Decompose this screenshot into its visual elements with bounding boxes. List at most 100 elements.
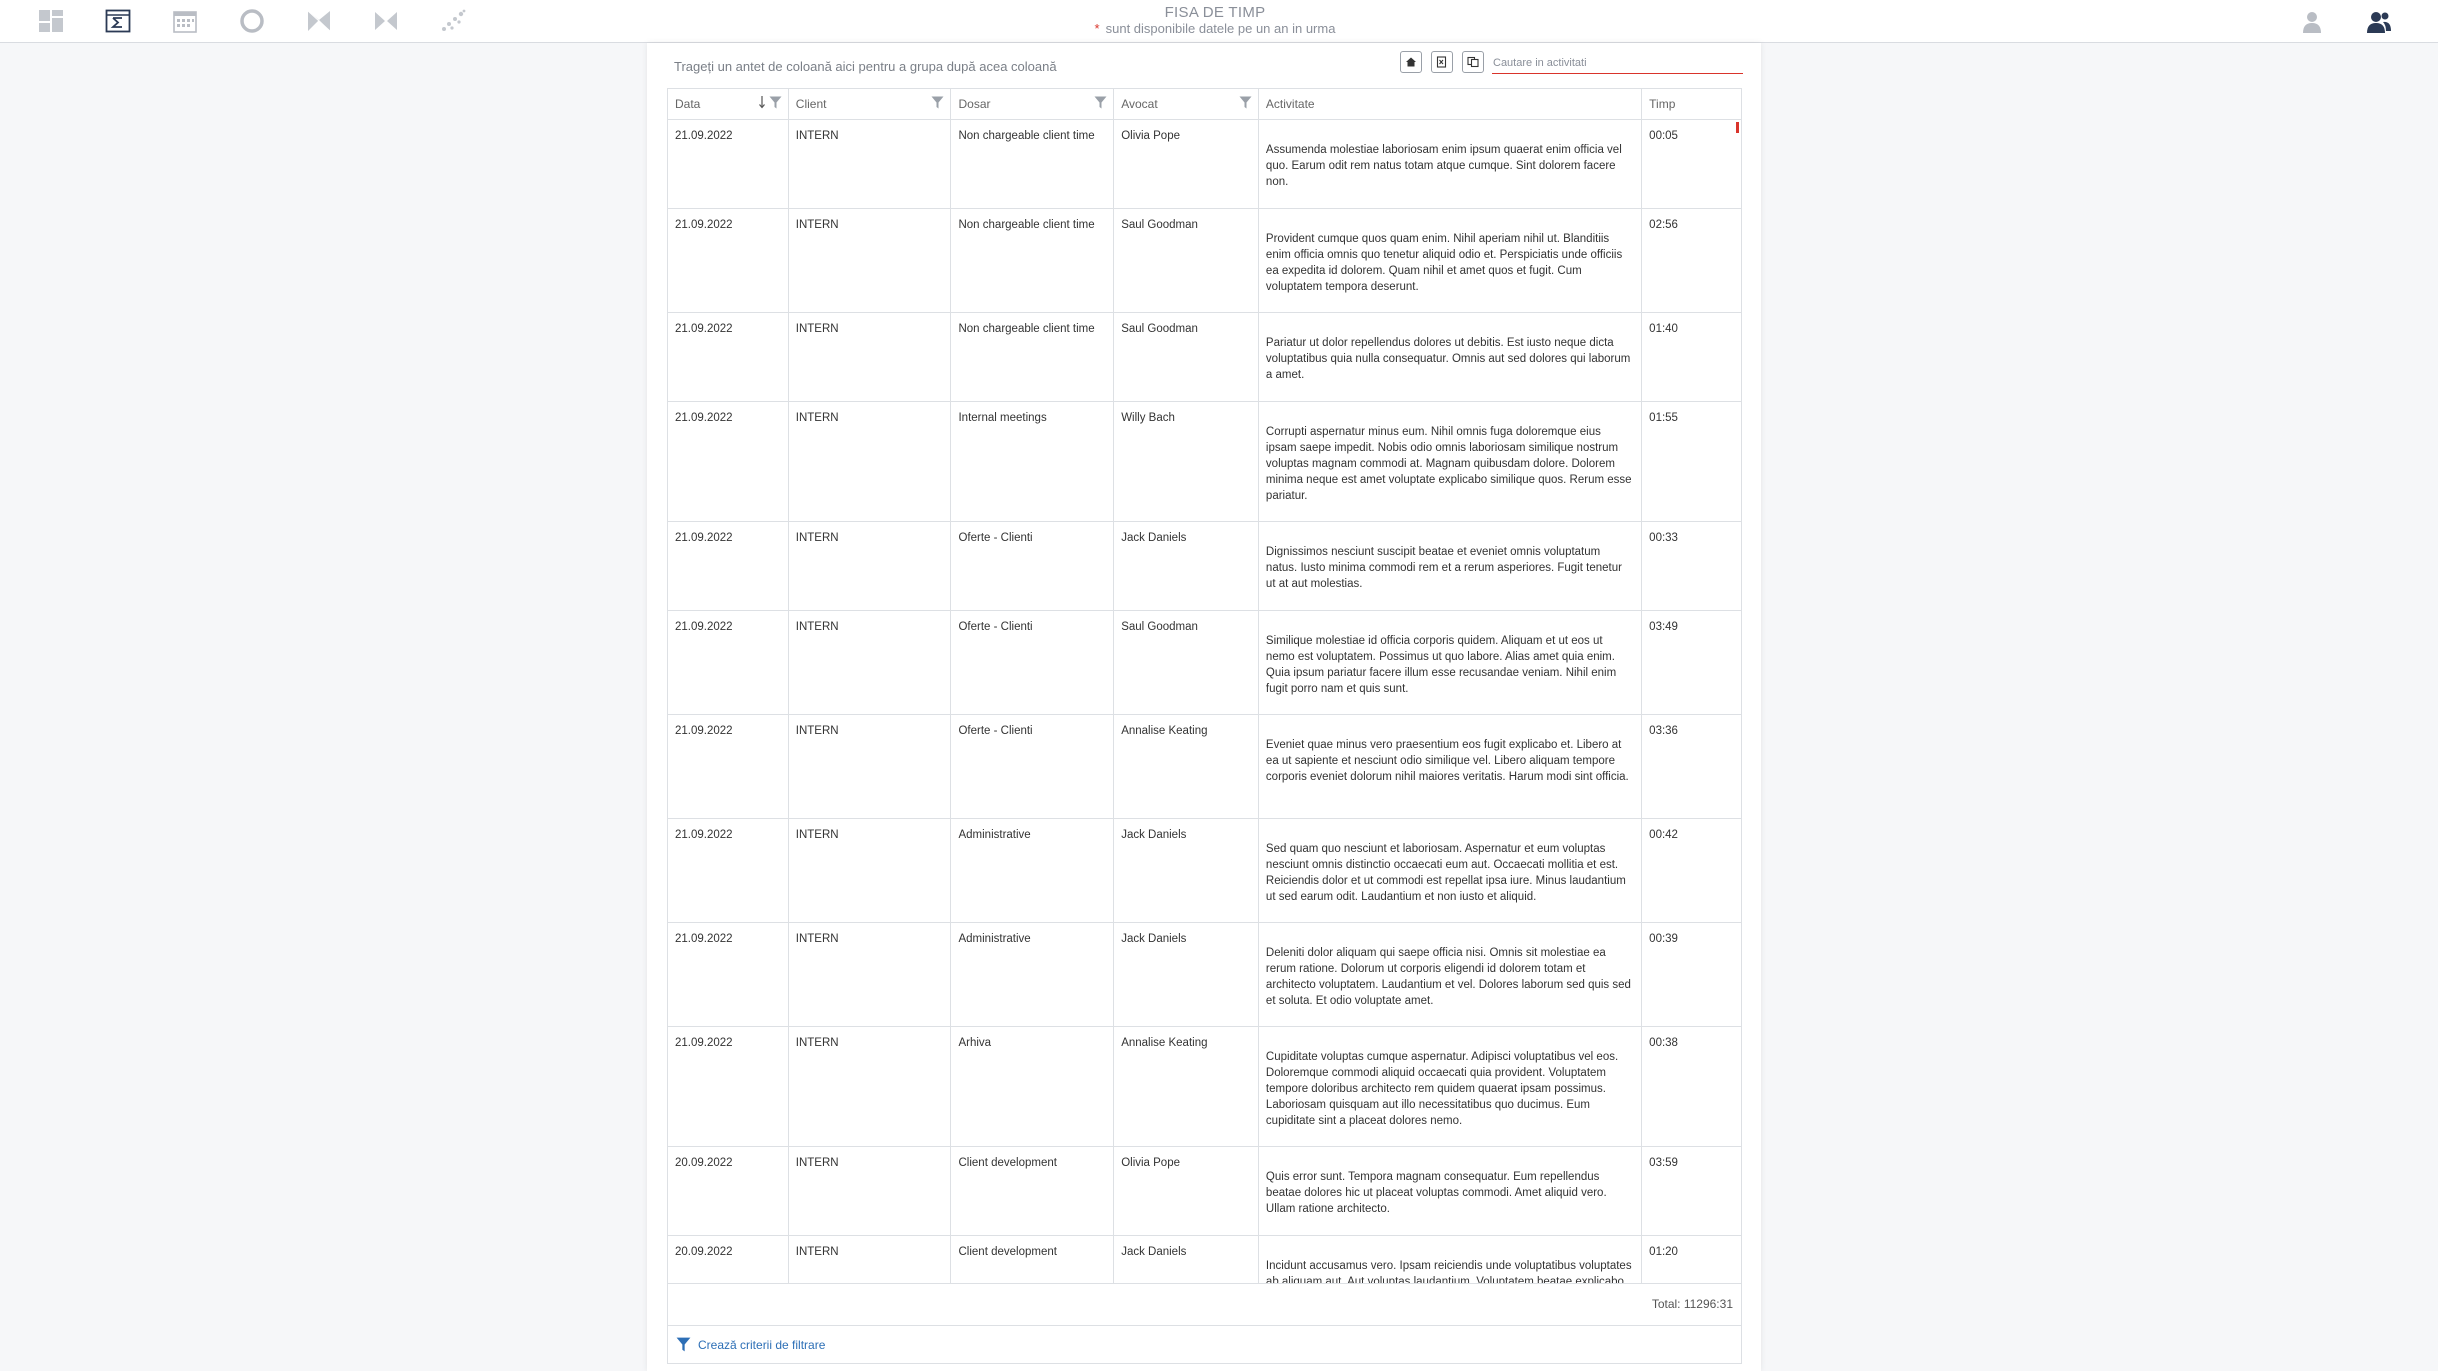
cell-dosar: Arhiva (951, 1027, 1115, 1146)
table-row[interactable]: 20.09.2022 INTERN Client development Oli… (668, 1147, 1741, 1236)
column-header-avocat[interactable]: Avocat (1114, 89, 1259, 119)
cell-dosar: Non chargeable client time (951, 209, 1115, 312)
table-row[interactable]: 21.09.2022 INTERN Non chargeable client … (668, 209, 1741, 313)
copy-button[interactable] (1462, 51, 1484, 73)
column-header-timp[interactable]: Timp (1642, 89, 1741, 119)
table-row[interactable]: 21.09.2022 INTERN Internal meetings Will… (668, 402, 1741, 522)
dashboard-icon[interactable] (37, 7, 65, 35)
cell-timp: 01:40 (1649, 323, 1678, 335)
grid-body[interactable]: 21.09.2022 INTERN Non chargeable client … (668, 120, 1741, 1283)
scatter-icon[interactable] (439, 7, 467, 35)
filter-icon[interactable] (769, 96, 782, 109)
table-row[interactable]: 21.09.2022 INTERN Oferte - Clienti Saul … (668, 611, 1741, 715)
cell-timp: 01:20 (1649, 1246, 1678, 1258)
cell-avocat: Jack Daniels (1114, 923, 1259, 1026)
cell-avocat: Olivia Pope (1114, 120, 1259, 208)
create-filter-button[interactable]: Crează criterii de filtrare (667, 1326, 1742, 1364)
cell-activitate: Incidunt accusamus vero. Ipsam reiciendi… (1259, 1236, 1643, 1283)
cell-client: INTERN (789, 209, 952, 312)
home-button[interactable] (1400, 51, 1422, 73)
scrollbar-thumb[interactable] (1736, 122, 1739, 133)
butterfly-chart-alt-icon[interactable] (372, 7, 400, 35)
total-label: Total: 11296:31 (1651, 1297, 1733, 1311)
calendar-icon[interactable] (171, 7, 199, 35)
cell-timp: 00:42 (1649, 829, 1678, 841)
grid-header: Data Client Dosar Avocat Activitate Timp (668, 89, 1741, 120)
cell-data: 21.09.2022 (668, 522, 789, 610)
timesheet-panel: Trageți un antet de coloană aici pentru … (647, 43, 1761, 1371)
copy-icon (1467, 56, 1479, 68)
required-star: * (1094, 21, 1100, 36)
table-row[interactable]: 21.09.2022 INTERN Oferte - Clienti Jack … (668, 522, 1741, 611)
export-excel-button[interactable] (1431, 51, 1453, 73)
cell-activitate: Corrupti aspernatur minus eum. Nihil omn… (1259, 402, 1643, 521)
home-icon (1406, 57, 1416, 67)
table-row[interactable]: 21.09.2022 INTERN Non chargeable client … (668, 313, 1741, 402)
column-header-activitate[interactable]: Activitate (1259, 89, 1643, 119)
cell-timp: 01:55 (1649, 412, 1678, 424)
activity-search-input[interactable] (1492, 53, 1743, 74)
cell-client: INTERN (789, 819, 952, 922)
group-drop-area[interactable]: Trageți un antet de coloană aici pentru … (674, 59, 1057, 74)
cell-data: 21.09.2022 (668, 923, 789, 1026)
top-bar: FISA DE TIMP * sunt disponibile datele pe… (0, 0, 2438, 43)
cell-timp: 00:33 (1649, 532, 1678, 544)
column-header-data[interactable]: Data (668, 89, 789, 119)
table-row[interactable]: 20.09.2022 INTERN Client development Jac… (668, 1236, 1741, 1283)
cell-avocat: Saul Goodman (1114, 209, 1259, 312)
filter-icon[interactable] (1094, 96, 1107, 109)
cell-timp: 03:59 (1649, 1157, 1678, 1169)
cell-dosar: Oferte - Clienti (951, 611, 1115, 714)
sort-descending-icon[interactable] (758, 95, 766, 109)
cell-client: INTERN (789, 120, 952, 208)
cell-timp: 03:49 (1649, 621, 1678, 633)
cell-activitate: Dignissimos nesciunt suscipit beatae et … (1259, 522, 1643, 610)
cell-data: 21.09.2022 (668, 1027, 789, 1146)
cell-client: INTERN (789, 715, 952, 818)
table-row[interactable]: 21.09.2022 INTERN Administrative Jack Da… (668, 923, 1741, 1027)
cell-dosar: Administrative (951, 923, 1115, 1026)
cell-avocat: Saul Goodman (1114, 313, 1259, 401)
cell-client: INTERN (789, 611, 952, 714)
column-label: Data (675, 97, 701, 111)
cell-avocat: Willy Bach (1114, 402, 1259, 521)
cell-avocat: Jack Daniels (1114, 1236, 1259, 1283)
cell-client: INTERN (789, 923, 952, 1026)
table-row[interactable]: 21.09.2022 INTERN Arhiva Annalise Keatin… (668, 1027, 1741, 1147)
export-excel-icon (1436, 56, 1447, 68)
page-title: FISA DE TIMP (1164, 4, 1266, 21)
column-label: Activitate (1265, 97, 1315, 111)
cell-timp: 00:38 (1649, 1037, 1678, 1049)
donut-chart-icon[interactable] (238, 7, 266, 35)
cell-activitate: Provident cumque quos quam enim. Nihil a… (1259, 209, 1643, 312)
user-icon[interactable] (2298, 8, 2326, 36)
cell-dosar: Administrative (951, 819, 1115, 922)
column-label: Client (795, 97, 827, 111)
cell-dosar: Non chargeable client time (951, 120, 1115, 208)
sum-report-icon[interactable] (104, 7, 132, 35)
cell-avocat: Olivia Pope (1114, 1147, 1259, 1235)
cell-timp: 00:05 (1649, 130, 1678, 142)
cell-avocat: Jack Daniels (1114, 522, 1259, 610)
cell-data: 20.09.2022 (668, 1236, 789, 1283)
cell-data: 21.09.2022 (668, 402, 789, 521)
users-icon[interactable] (2365, 8, 2393, 36)
table-row[interactable]: 21.09.2022 INTERN Oferte - Clienti Annal… (668, 715, 1741, 819)
filter-icon[interactable] (931, 96, 944, 109)
cell-dosar: Non chargeable client time (951, 313, 1115, 401)
table-row[interactable]: 21.09.2022 INTERN Non chargeable client … (668, 120, 1741, 209)
column-header-dosar[interactable]: Dosar (951, 89, 1115, 119)
filter-icon[interactable] (1239, 96, 1252, 109)
activities-grid: Data Client Dosar Avocat Activitate Timp (667, 88, 1742, 1284)
cell-client: INTERN (789, 313, 952, 401)
subtitle-text: sunt disponibile datele pe un an in urma (1105, 21, 1336, 36)
cell-data: 21.09.2022 (668, 120, 789, 208)
cell-data: 21.09.2022 (668, 611, 789, 714)
cell-client: INTERN (789, 1147, 952, 1235)
table-row[interactable]: 21.09.2022 INTERN Administrative Jack Da… (668, 819, 1741, 923)
butterfly-chart-icon[interactable] (305, 7, 333, 35)
cell-data: 21.09.2022 (668, 209, 789, 312)
cell-client: INTERN (789, 1236, 952, 1283)
column-header-client[interactable]: Client (789, 89, 952, 119)
grid-total: Total: 11296:31 (667, 1284, 1742, 1326)
